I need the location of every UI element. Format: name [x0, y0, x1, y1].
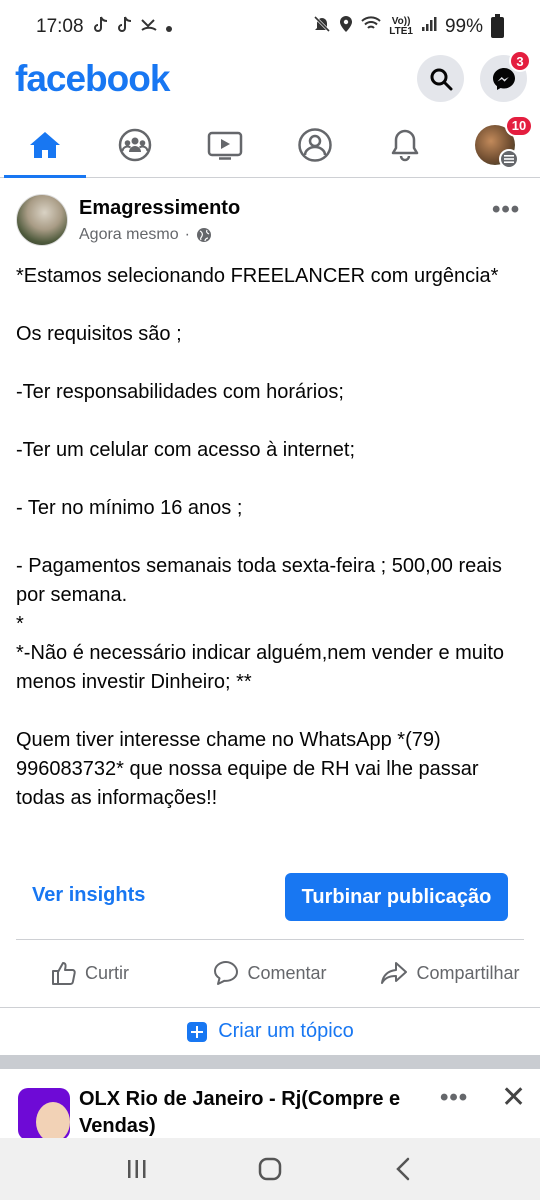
- post-time[interactable]: Agora mesmo: [79, 226, 179, 244]
- tab-menu[interactable]: 10: [450, 112, 540, 177]
- post-line: -Ter responsabilidades com horários;: [16, 381, 344, 403]
- battery-icon: [491, 13, 504, 38]
- post-line: [16, 291, 526, 320]
- back-icon: [396, 1157, 410, 1181]
- recents-icon: [127, 1160, 146, 1178]
- home-button[interactable]: [240, 1149, 300, 1189]
- messenger-button[interactable]: 3: [480, 50, 531, 102]
- search-button[interactable]: [417, 55, 464, 102]
- groups-icon: [118, 128, 152, 161]
- tab-profile[interactable]: [270, 112, 360, 177]
- clock: 17:08: [36, 16, 84, 37]
- messenger-badge: 3: [509, 50, 531, 72]
- tab-groups[interactable]: [90, 112, 180, 177]
- post-line: -Ter um celular com acesso à internet;: [16, 439, 356, 461]
- post-line: [16, 349, 526, 378]
- app-header: facebook 3: [0, 50, 540, 106]
- create-topic-label: Criar um tópico: [218, 1020, 354, 1042]
- share-button[interactable]: Compartilhar: [360, 942, 540, 1004]
- mute-icon: [313, 15, 331, 39]
- location-icon: [339, 15, 353, 39]
- tab-home[interactable]: [0, 112, 90, 178]
- post-author[interactable]: Emagressimento: [79, 197, 240, 220]
- post-line: - Pagamentos semanais toda sexta-feira ;…: [16, 555, 502, 606]
- post-line: Quem tiver interesse chame no WhatsApp *…: [16, 729, 479, 809]
- network-type-label: LTE1: [389, 26, 413, 37]
- system-nav-bar: [0, 1138, 540, 1200]
- like-button[interactable]: Curtir: [0, 942, 180, 1004]
- post-line: *: [16, 613, 24, 635]
- tab-notifications[interactable]: [360, 112, 450, 177]
- tiktok-notification-icon: [116, 16, 132, 39]
- tab-watch[interactable]: [180, 112, 270, 177]
- video-icon: [207, 131, 243, 160]
- globe-icon: [196, 228, 211, 242]
- post-line: - Ter no mínimo 16 anos ;: [16, 497, 243, 519]
- post-actions: Curtir Comentar Compartilhar: [0, 942, 540, 1004]
- share-label: Compartilhar: [416, 962, 520, 983]
- recent-apps-button[interactable]: [107, 1149, 167, 1189]
- next-post-options-button[interactable]: •••: [440, 1084, 468, 1112]
- thumbs-up-icon: [52, 962, 76, 985]
- boost-post-button[interactable]: Turbinar publicação: [285, 873, 508, 921]
- avatar-person: [36, 1102, 70, 1140]
- comment-icon: [214, 961, 239, 985]
- post-header: Emagressimento Agora mesmo · •••: [0, 178, 540, 258]
- hamburger-icon: [499, 148, 519, 169]
- menu-badge: 10: [505, 114, 533, 137]
- post-options-button[interactable]: •••: [492, 196, 520, 224]
- view-insights-link[interactable]: Ver insights: [32, 884, 145, 907]
- more-notifications-dot-icon: [165, 17, 172, 37]
- share-icon: [381, 962, 408, 984]
- meta-separator: ·: [184, 226, 190, 243]
- battery-percent: 99%: [444, 16, 483, 37]
- olx-group-avatar[interactable]: [18, 1088, 70, 1140]
- facebook-logo[interactable]: facebook: [15, 58, 170, 100]
- status-bar: 17:08 Vo)) LTE1 99%: [0, 0, 540, 54]
- home-nav-icon: [258, 1157, 282, 1181]
- post-line: [16, 523, 526, 552]
- comment-button[interactable]: Comentar: [180, 942, 360, 1004]
- post-line: [16, 697, 526, 726]
- menu-profile-avatar: 10: [475, 114, 533, 169]
- search-icon: [430, 68, 452, 90]
- post-text: *Estamos selecionando FREELANCER com urg…: [16, 262, 526, 813]
- volte-indicator: Vo)) LTE1: [389, 17, 413, 37]
- post-line: *Estamos selecionando FREELANCER com urg…: [16, 265, 499, 287]
- post-meta: Agora mesmo ·: [79, 226, 212, 244]
- tiktok-notification-icon: [92, 16, 108, 39]
- comment-label: Comentar: [247, 962, 327, 983]
- post-line: Os requisitos são ;: [16, 323, 182, 345]
- close-post-button[interactable]: ✕: [501, 1080, 526, 1115]
- like-label: Curtir: [85, 962, 129, 983]
- missed-call-icon: [140, 16, 158, 39]
- signal-icon: [421, 16, 437, 38]
- divider: [16, 939, 524, 940]
- create-topic-button[interactable]: Criar um tópico: [0, 1007, 540, 1055]
- bell-icon: [391, 129, 419, 161]
- home-icon: [30, 131, 60, 158]
- back-button[interactable]: [373, 1149, 433, 1189]
- wifi-icon: [361, 16, 381, 38]
- post-line: *-Não é necessário indicar alguém,nem ve…: [16, 642, 505, 693]
- main-tabs: 10: [0, 112, 540, 178]
- next-post-title[interactable]: OLX Rio de Janeiro - Rj(Compre e Vendas): [79, 1086, 439, 1140]
- author-avatar[interactable]: [16, 194, 68, 246]
- topic-icon: [187, 1021, 208, 1042]
- post-line: [16, 407, 526, 436]
- post-line: [16, 465, 526, 494]
- feed-separator: [0, 1055, 540, 1069]
- profile-icon: [298, 127, 332, 162]
